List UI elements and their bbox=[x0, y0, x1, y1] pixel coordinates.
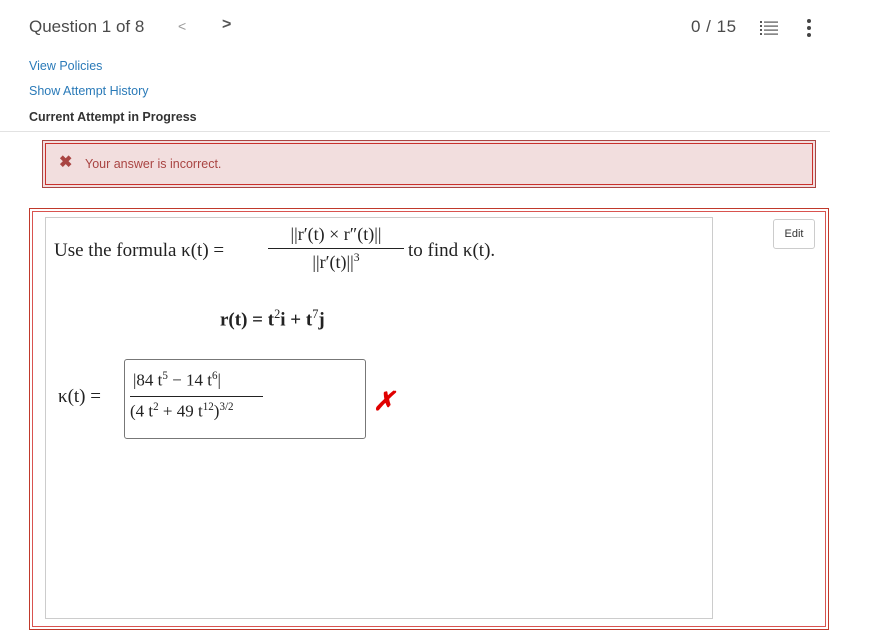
vector-function-definition: r(t) = t2i + t7j bbox=[220, 307, 325, 331]
top-bar: Question 1 of 8 < > 0 / 15 bbox=[0, 0, 870, 56]
current-attempt-label: Current Attempt in Progress bbox=[29, 110, 197, 124]
prompt-text-after: to find κ(t). bbox=[408, 240, 496, 261]
formula-numerator: ||r′(t) × r″(t)|| bbox=[290, 224, 382, 244]
view-policies-link[interactable]: View Policies bbox=[29, 59, 102, 73]
next-question-button[interactable]: > bbox=[222, 16, 231, 34]
question-counter: Question 1 of 8 bbox=[29, 17, 145, 36]
curvature-formula: ||r′(t) × r″(t)|| ||r′(t)||3 bbox=[268, 224, 404, 273]
incorrect-mark-icon: ✗ bbox=[373, 386, 395, 416]
score-display: 0 / 15 bbox=[691, 17, 737, 36]
alert-message: Your answer is incorrect. bbox=[85, 157, 222, 171]
formula-denominator: ||r′(t)||3 bbox=[312, 251, 360, 273]
answer-denominator: (4 t2 + 49 t12)3/2 bbox=[130, 401, 234, 421]
previous-question-button[interactable]: < bbox=[178, 18, 186, 34]
fraction-bar bbox=[268, 248, 404, 250]
x-icon: ✖ bbox=[59, 154, 73, 171]
answer-label: κ(t) = bbox=[58, 386, 101, 407]
answer-numerator: |84 t5 − 14 t6| bbox=[133, 370, 221, 390]
answer-input[interactable]: |84 t5 − 14 t6| (4 t2 + 49 t12)3/2 bbox=[124, 359, 366, 439]
show-attempt-history-link[interactable]: Show Attempt History bbox=[29, 84, 149, 98]
prompt-text-before: Use the formula κ(t) = bbox=[54, 240, 225, 261]
question-list-icon[interactable] bbox=[760, 20, 778, 36]
incorrect-answer-alert: ✖ Your answer is incorrect. bbox=[42, 140, 816, 188]
edit-button[interactable]: Edit bbox=[773, 219, 815, 249]
answer-fraction-bar bbox=[130, 396, 263, 398]
more-options-icon[interactable] bbox=[806, 18, 812, 38]
